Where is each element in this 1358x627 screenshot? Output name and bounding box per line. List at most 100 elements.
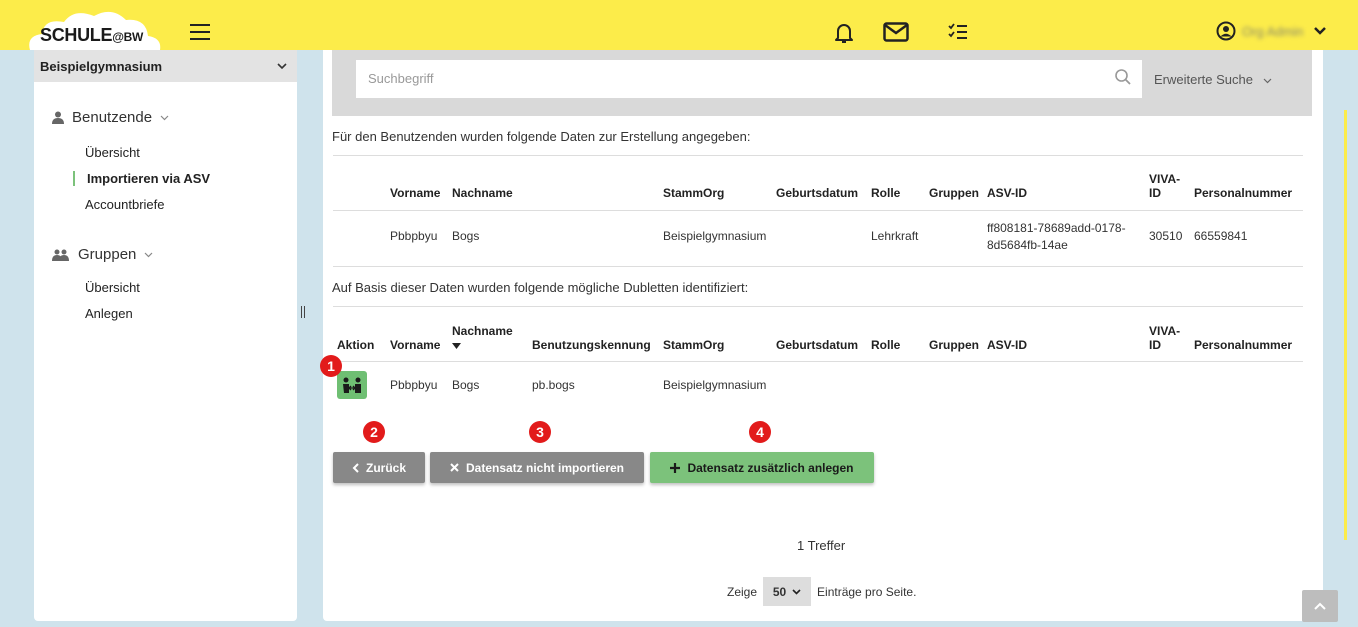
cell-benutzungskennung: pb.bogs bbox=[532, 378, 575, 392]
sidebar-resize-handle[interactable] bbox=[301, 306, 305, 318]
tasks-icon[interactable] bbox=[948, 22, 968, 42]
column-header[interactable]: Geburtsdatum bbox=[772, 160, 867, 208]
extended-search-toggle[interactable]: Erweiterte Suche bbox=[1154, 72, 1272, 87]
cell-rolle: Lehrkraft bbox=[871, 229, 919, 243]
org-select-value: Beispielgymnasium bbox=[40, 58, 163, 74]
users-icon bbox=[52, 249, 69, 261]
table-row: Pbbpbyu Bogs pb.bogs Beispielgymnasium bbox=[333, 360, 1303, 410]
sidebar-item-gruppen-uebersicht[interactable]: Übersicht bbox=[85, 280, 140, 295]
user-name: Org Admin bbox=[1242, 23, 1304, 39]
column-header[interactable]: VIVA-ID bbox=[1145, 160, 1190, 208]
plus-icon bbox=[670, 462, 681, 473]
cell-stammorg: Beispielgymnasium bbox=[663, 378, 767, 392]
pager-per-page-label: Einträge pro Seite. bbox=[817, 584, 917, 599]
column-header[interactable]: Geburtsdatum bbox=[772, 312, 867, 360]
column-header[interactable]: ASV-ID bbox=[983, 312, 1145, 360]
sidebar-group-label: Benutzende bbox=[72, 109, 153, 126]
cell-vorname: Pbbpbyu bbox=[390, 378, 438, 392]
back-button-label: Zurück bbox=[365, 460, 406, 475]
pagination: Zeige 50 Einträge pro Seite. bbox=[727, 577, 916, 606]
sidebar-group-gruppen[interactable]: Gruppen bbox=[52, 246, 153, 263]
bell-icon[interactable] bbox=[834, 22, 854, 44]
sidebar: Beispielgymnasium Benutzende Übersicht I… bbox=[34, 50, 297, 621]
column-header[interactable]: Vorname bbox=[386, 160, 448, 208]
cell-geburtsdatum bbox=[772, 208, 867, 264]
column-header[interactable]: Vorname bbox=[386, 312, 448, 360]
menu-icon[interactable] bbox=[190, 24, 210, 40]
close-icon bbox=[450, 463, 459, 472]
asv-id-line: ff808181-78689add-0178- bbox=[987, 220, 1126, 235]
divider bbox=[333, 306, 1303, 307]
cell-stammorg: Beispielgymnasium bbox=[663, 229, 767, 243]
logo-text: SCHULE bbox=[40, 25, 113, 45]
skip-record-button[interactable]: Datensatz nicht importieren bbox=[430, 452, 644, 483]
sidebar-item-importieren-asv[interactable]: Importieren via ASV bbox=[73, 171, 210, 186]
step-marker-2: 2 bbox=[363, 421, 385, 443]
extended-search-label: Erweiterte Suche bbox=[1154, 72, 1253, 87]
sidebar-group-label: Gruppen bbox=[78, 246, 137, 263]
org-select[interactable]: Beispielgymnasium bbox=[34, 50, 297, 82]
sidebar-group-benutzende[interactable]: Benutzende bbox=[52, 109, 169, 126]
chevron-up-icon bbox=[1314, 602, 1326, 610]
search-input[interactable]: Suchbegriff bbox=[356, 60, 1142, 98]
sidebar-item-benutzende-uebersicht[interactable]: Übersicht bbox=[85, 145, 140, 160]
add-record-button[interactable]: Datensatz zusätzlich anlegen bbox=[650, 452, 874, 483]
chevron-down-icon bbox=[792, 588, 801, 595]
top-bar: SCHULE@BW Org Admin bbox=[0, 0, 1358, 50]
divider bbox=[333, 266, 1303, 267]
page-size-value: 50 bbox=[772, 584, 787, 599]
column-header[interactable]: StammOrg bbox=[659, 312, 772, 360]
logo-suffix: @BW bbox=[112, 30, 144, 44]
scroll-to-top-button[interactable] bbox=[1302, 590, 1338, 622]
column-header[interactable]: Gruppen bbox=[925, 312, 983, 360]
column-header[interactable]: VIVA-ID bbox=[1145, 312, 1190, 360]
sidebar-item-anlegen[interactable]: Anlegen bbox=[85, 306, 133, 321]
column-header-sorted[interactable]: Nachname bbox=[448, 312, 528, 360]
column-header[interactable]: Gruppen bbox=[925, 160, 983, 208]
asv-id-line: 8d5684fb-14ae bbox=[987, 237, 1068, 252]
column-header[interactable]: Rolle bbox=[867, 312, 925, 360]
table-header-row: Aktion Vorname Nachname Benutzungskennun… bbox=[333, 312, 1303, 360]
column-header[interactable]: Rolle bbox=[867, 160, 925, 208]
step-marker-1: 1 bbox=[320, 355, 342, 377]
section-caption-input: Für den Benutzenden wurden folgende Date… bbox=[332, 129, 751, 144]
column-header: Aktion bbox=[337, 338, 375, 352]
input-data-table: Vorname Nachname StammOrg Geburtsdatum R… bbox=[333, 160, 1303, 264]
merge-user-button[interactable] bbox=[337, 371, 367, 399]
sidebar-item-accountbriefe[interactable]: Accountbriefe bbox=[85, 197, 165, 212]
logo[interactable]: SCHULE@BW bbox=[40, 25, 143, 46]
column-header[interactable]: Nachname bbox=[448, 160, 659, 208]
scrollbar-track[interactable] bbox=[1344, 110, 1347, 540]
main-content: Suchbegriff Erweiterte Suche Für den Ben… bbox=[320, 50, 1323, 621]
result-count: 1 Treffer bbox=[797, 538, 846, 553]
column-header[interactable]: Benutzungskennung bbox=[528, 312, 659, 360]
divider bbox=[333, 210, 1303, 211]
chevron-down-icon bbox=[160, 115, 169, 120]
cell-vorname: Pbbpbyu bbox=[390, 229, 438, 243]
search-panel: Suchbegriff Erweiterte Suche bbox=[332, 50, 1312, 116]
column-header-label: Nachname bbox=[452, 324, 513, 338]
pager-show-label: Zeige bbox=[727, 584, 758, 599]
column-header[interactable]: Personalnummer bbox=[1190, 312, 1303, 360]
cell-asv-id: ff808181-78689add-0178- 8d5684fb-14ae bbox=[983, 208, 1145, 264]
page-size-select[interactable]: 50 bbox=[763, 577, 812, 606]
add-record-button-label: Datensatz zusätzlich anlegen bbox=[687, 460, 854, 475]
column-header[interactable]: StammOrg bbox=[659, 160, 772, 208]
search-icon[interactable] bbox=[1114, 68, 1132, 86]
cell-viva-id: 30510 bbox=[1149, 229, 1183, 243]
cell-nachname: Bogs bbox=[452, 229, 480, 243]
column-header[interactable]: Personalnummer bbox=[1190, 160, 1303, 208]
chevron-down-icon bbox=[277, 62, 287, 69]
search-placeholder: Suchbegriff bbox=[368, 71, 434, 86]
table-row: Pbbpbyu Bogs Beispielgymnasium Lehrkraft… bbox=[333, 208, 1303, 264]
section-caption-duplicates: Auf Basis dieser Daten wurden folgende m… bbox=[332, 280, 749, 295]
column-header[interactable]: ASV-ID bbox=[983, 160, 1145, 208]
chevron-down-icon bbox=[1314, 27, 1327, 35]
step-marker-4: 4 bbox=[749, 421, 771, 443]
cell-personalnummer: 66559841 bbox=[1194, 229, 1248, 243]
mail-icon[interactable] bbox=[883, 22, 909, 42]
cell-nachname: Bogs bbox=[452, 378, 480, 392]
user-circle-icon bbox=[1216, 21, 1236, 41]
back-button[interactable]: Zurück bbox=[333, 452, 425, 483]
user-menu[interactable]: Org Admin bbox=[1216, 20, 1327, 42]
